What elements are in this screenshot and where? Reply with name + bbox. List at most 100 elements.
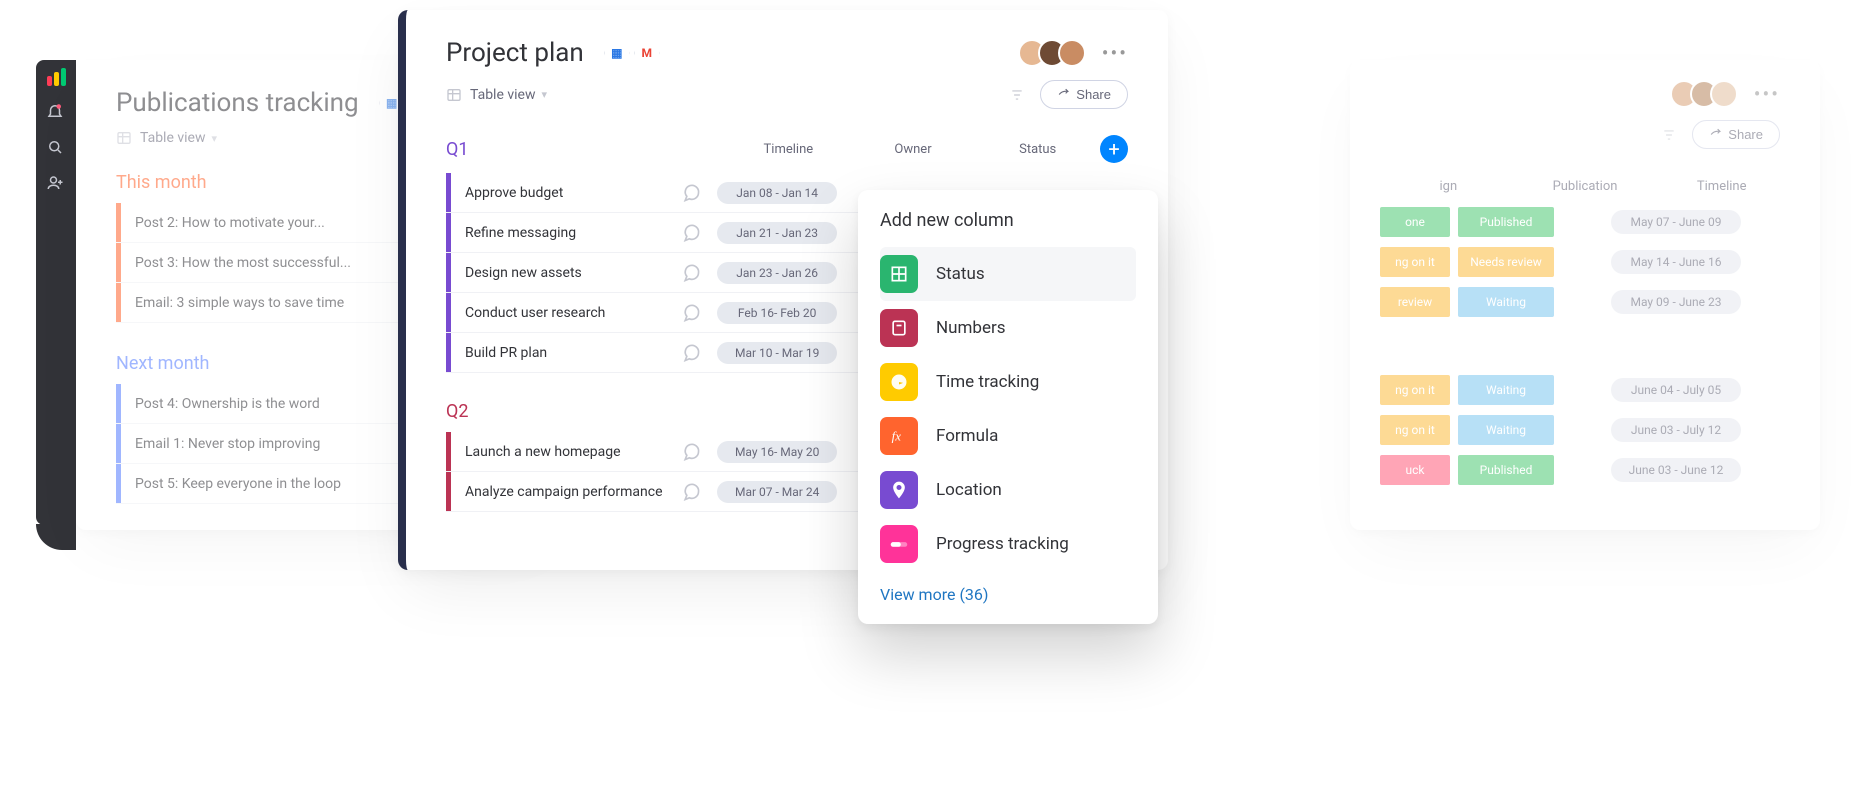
- column-header: Timeline: [1653, 179, 1790, 194]
- filter-icon[interactable]: [1010, 88, 1024, 102]
- chevron-down-icon: ▾: [212, 132, 218, 145]
- column-header: Publication: [1517, 179, 1654, 194]
- status-cell[interactable]: ng on it: [1380, 247, 1450, 277]
- timeline-pill[interactable]: Mar 10 - Mar 19: [717, 342, 837, 364]
- chat-icon[interactable]: [675, 263, 707, 283]
- table-row[interactable]: ng on it Needs review May 14 - June 16: [1380, 242, 1790, 282]
- board-members[interactable]: [1678, 80, 1738, 108]
- table-row[interactable]: uck Published June 03 - June 12: [1380, 450, 1790, 490]
- timeline-pill[interactable]: May 14 - June 16: [1611, 250, 1741, 274]
- more-icon[interactable]: •••: [1102, 41, 1128, 65]
- share-button[interactable]: Share: [1692, 120, 1780, 149]
- item-name[interactable]: Analyze campaign performance: [465, 484, 675, 500]
- item-name[interactable]: Build PR plan: [465, 345, 675, 361]
- svg-text:fx: fx: [892, 430, 902, 444]
- avatar[interactable]: [1710, 80, 1738, 108]
- status-cell[interactable]: review: [1380, 287, 1450, 317]
- share-button[interactable]: Share: [1040, 80, 1128, 109]
- timeline-pill[interactable]: May 09 - June 23: [1611, 290, 1741, 314]
- column-type-option[interactable]: fx Formula: [880, 409, 1136, 463]
- group-name[interactable]: Next month: [116, 353, 396, 374]
- status-cell[interactable]: ng on it: [1380, 415, 1450, 445]
- table-icon: [116, 130, 132, 146]
- pin-icon: [880, 471, 918, 509]
- timeline-pill[interactable]: June 03 - June 12: [1611, 458, 1741, 482]
- option-label: Formula: [936, 426, 998, 446]
- timeline-pill[interactable]: Jan 08 - Jan 14: [717, 182, 837, 204]
- board-integrations: ▦ M: [604, 39, 660, 67]
- search-icon[interactable]: [46, 138, 66, 158]
- chat-icon[interactable]: [675, 343, 707, 363]
- table-row[interactable]: ng on it Waiting June 04 - July 05: [1380, 370, 1790, 410]
- option-label: Status: [936, 264, 985, 284]
- item-name[interactable]: Design new assets: [465, 265, 675, 281]
- timeline-pill[interactable]: Mar 07 - Mar 24: [717, 481, 837, 503]
- chat-icon[interactable]: [675, 183, 707, 203]
- item-name[interactable]: Approve budget: [465, 185, 675, 201]
- timeline-pill[interactable]: May 16- May 20: [717, 441, 837, 463]
- status-cell[interactable]: Waiting: [1458, 375, 1554, 405]
- status-cell[interactable]: uck: [1380, 455, 1450, 485]
- timeline-pill[interactable]: June 04 - July 05: [1611, 378, 1741, 402]
- status-cell[interactable]: Waiting: [1458, 287, 1554, 317]
- status-cell[interactable]: Published: [1458, 455, 1554, 485]
- clock-icon: [880, 363, 918, 401]
- group-name[interactable]: Q1: [446, 139, 726, 160]
- status-cell[interactable]: Waiting: [1458, 415, 1554, 445]
- add-user-icon[interactable]: [46, 174, 66, 194]
- more-icon[interactable]: •••: [1754, 82, 1780, 106]
- timeline-pill[interactable]: Feb 16- Feb 20: [717, 302, 837, 324]
- view-more-link[interactable]: View more (36): [880, 585, 1136, 604]
- share-arrow-icon: [1057, 88, 1070, 101]
- avatar[interactable]: [1690, 80, 1718, 108]
- timeline-pill[interactable]: Jan 23 - Jan 26: [717, 262, 837, 284]
- chat-icon[interactable]: [675, 303, 707, 323]
- timeline-pill[interactable]: May 07 - June 09: [1611, 210, 1741, 234]
- column-type-option[interactable]: Location: [880, 463, 1136, 517]
- option-label: Progress tracking: [936, 534, 1069, 554]
- status-cell[interactable]: Published: [1458, 207, 1554, 237]
- chat-icon[interactable]: [675, 223, 707, 243]
- item-name[interactable]: Email 1: Never stop improving: [135, 436, 395, 452]
- board-title[interactable]: Project plan: [446, 38, 584, 68]
- item-name[interactable]: Post 5: Keep everyone in the loop: [135, 476, 395, 492]
- table-row[interactable]: one Published May 07 - June 09: [1380, 202, 1790, 242]
- avatar[interactable]: [1670, 80, 1698, 108]
- add-column-button[interactable]: +: [1100, 135, 1128, 163]
- column-type-option[interactable]: Status: [880, 247, 1136, 301]
- timeline-pill[interactable]: Jan 21 - Jan 23: [717, 222, 837, 244]
- chevron-down-icon: ▾: [542, 88, 548, 101]
- column-type-option[interactable]: Progress tracking: [880, 517, 1136, 571]
- item-name[interactable]: Post 3: How the most successful...: [135, 255, 395, 271]
- filter-icon[interactable]: [1662, 128, 1676, 142]
- option-label: Numbers: [936, 318, 1006, 338]
- bell-icon[interactable]: [46, 102, 66, 122]
- avatar[interactable]: [1058, 39, 1086, 67]
- status-cell[interactable]: Needs review: [1458, 247, 1554, 277]
- chat-icon[interactable]: [675, 482, 707, 502]
- item-name[interactable]: Conduct user research: [465, 305, 675, 321]
- item-name[interactable]: Post 2: How to motivate your...: [135, 215, 395, 231]
- column-type-option[interactable]: Numbers: [880, 301, 1136, 355]
- calc-icon: [880, 309, 918, 347]
- column-header: Status: [975, 142, 1100, 157]
- gmail-icon[interactable]: M: [634, 39, 660, 67]
- app-logo: [44, 68, 68, 86]
- timeline-pill[interactable]: June 03 - July 12: [1611, 418, 1741, 442]
- group-name[interactable]: Q2: [446, 401, 726, 422]
- box-icon[interactable]: ▦: [604, 39, 630, 67]
- item-name[interactable]: Refine messaging: [465, 225, 675, 241]
- view-selector[interactable]: Table view: [470, 87, 536, 103]
- board-members[interactable]: [1026, 39, 1086, 67]
- group-name[interactable]: This month: [116, 172, 396, 193]
- view-selector[interactable]: Table view: [140, 130, 206, 146]
- table-row[interactable]: ng on it Waiting June 03 - July 12: [1380, 410, 1790, 450]
- chat-icon[interactable]: [675, 442, 707, 462]
- status-cell[interactable]: one: [1380, 207, 1450, 237]
- status-cell[interactable]: ng on it: [1380, 375, 1450, 405]
- item-name[interactable]: Email: 3 simple ways to save time: [135, 295, 395, 311]
- item-name[interactable]: Launch a new homepage: [465, 444, 675, 460]
- item-name[interactable]: Post 4: Ownership is the word: [135, 396, 395, 412]
- table-row[interactable]: review Waiting May 09 - June 23: [1380, 282, 1790, 322]
- column-type-option[interactable]: Time tracking: [880, 355, 1136, 409]
